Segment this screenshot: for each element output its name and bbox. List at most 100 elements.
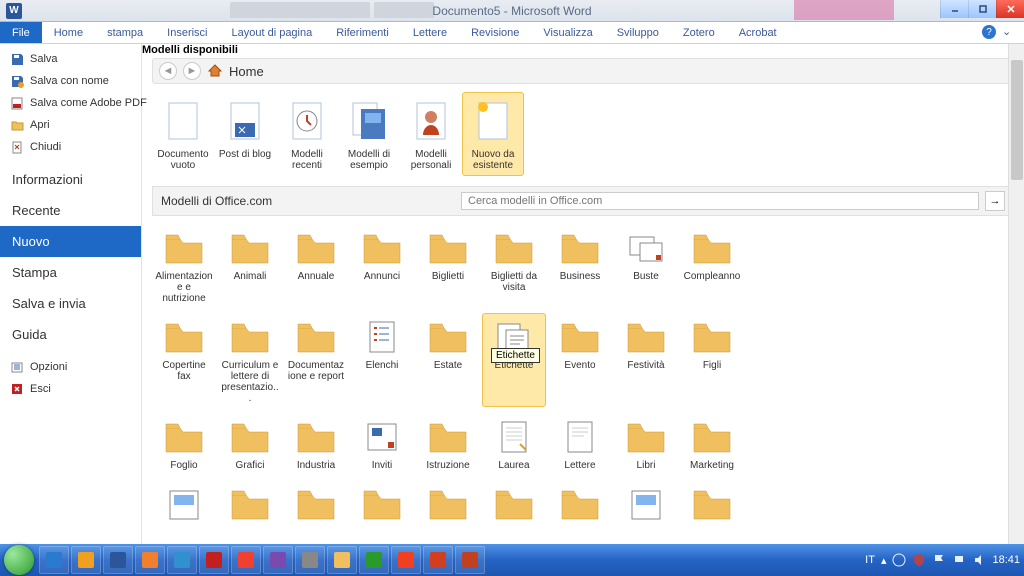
folder-more[interactable] bbox=[284, 480, 348, 530]
folder-grafici[interactable]: Grafici bbox=[218, 413, 282, 474]
folder-etichette[interactable]: EtichetteEtichette bbox=[482, 313, 546, 407]
sidebar-salva-con-nome[interactable]: Salva con nome bbox=[0, 70, 141, 92]
ribbon-tab-lettere[interactable]: Lettere bbox=[401, 22, 459, 43]
folder-libri[interactable]: Libri bbox=[614, 413, 678, 474]
taskbar-app-1[interactable] bbox=[71, 546, 101, 574]
folder-animali[interactable]: Animali bbox=[218, 224, 282, 307]
sidebar-stampa[interactable]: Stampa bbox=[0, 257, 141, 288]
ribbon-tab-revisione[interactable]: Revisione bbox=[459, 22, 531, 43]
sidebar-guida[interactable]: Guida bbox=[0, 319, 141, 350]
close-button[interactable] bbox=[996, 0, 1024, 18]
ribbon-tab-layout-di-pagina[interactable]: Layout di pagina bbox=[220, 22, 325, 43]
tray-expand-icon[interactable]: ▴ bbox=[881, 554, 887, 567]
taskbar-app-0[interactable] bbox=[39, 546, 69, 574]
folder-more[interactable] bbox=[416, 480, 480, 530]
maximize-button[interactable] bbox=[968, 0, 996, 18]
folder-figli[interactable]: Figli bbox=[680, 313, 744, 407]
scrollbar[interactable] bbox=[1008, 44, 1024, 554]
folder-elenchi[interactable]: Elenchi bbox=[350, 313, 414, 407]
folder-lettere[interactable]: Lettere bbox=[548, 413, 612, 474]
tray-shield-icon[interactable] bbox=[912, 553, 926, 567]
sidebar-informazioni[interactable]: Informazioni bbox=[0, 164, 141, 195]
taskbar-app-11[interactable] bbox=[391, 546, 421, 574]
folder-curriculum-e-lettere[interactable]: Curriculum e lettere di presentazio... bbox=[218, 313, 282, 407]
folder-industria[interactable]: Industria bbox=[284, 413, 348, 474]
sidebar-apri[interactable]: Apri bbox=[0, 114, 141, 136]
taskbar-app-13[interactable] bbox=[455, 546, 485, 574]
sidebar-esci[interactable]: Esci bbox=[0, 378, 141, 400]
folder-annunci[interactable]: Annunci bbox=[350, 224, 414, 307]
sidebar-nuovo[interactable]: Nuovo bbox=[0, 226, 141, 257]
help-button[interactable]: ? bbox=[982, 25, 996, 39]
sidebar-recente[interactable]: Recente bbox=[0, 195, 141, 226]
taskbar-app-8[interactable] bbox=[295, 546, 325, 574]
sidebar-opzioni[interactable]: Opzioni bbox=[0, 356, 141, 378]
ribbon-tab-home[interactable]: Home bbox=[42, 22, 95, 43]
tray-volume-icon[interactable] bbox=[972, 553, 986, 567]
folder-alimentazione-e-nutr[interactable]: Alimentazione e nutrizione bbox=[152, 224, 216, 307]
template-recent[interactable]: Modelli recenti bbox=[276, 92, 338, 176]
folder-copertine-fax[interactable]: Copertine fax bbox=[152, 313, 216, 407]
tray-language[interactable]: IT bbox=[865, 554, 875, 566]
folder-inviti[interactable]: Inviti bbox=[350, 413, 414, 474]
taskbar-app-2[interactable] bbox=[103, 546, 133, 574]
ribbon-tab-zotero[interactable]: Zotero bbox=[671, 22, 727, 43]
template-sample[interactable]: Modelli di esempio bbox=[338, 92, 400, 176]
ribbon-tab-file[interactable]: File bbox=[0, 22, 42, 43]
taskbar-app-9[interactable] bbox=[327, 546, 357, 574]
folder-more[interactable] bbox=[152, 480, 216, 530]
ribbon-tab-sviluppo[interactable]: Sviluppo bbox=[605, 22, 671, 43]
folder-more[interactable] bbox=[218, 480, 282, 530]
ribbon-tab-visualizza[interactable]: Visualizza bbox=[531, 22, 604, 43]
folder-biglietti[interactable]: Biglietti bbox=[416, 224, 480, 307]
sidebar-salva[interactable]: Salva bbox=[0, 48, 141, 70]
taskbar-app-7[interactable] bbox=[263, 546, 293, 574]
folder-istruzione[interactable]: Istruzione bbox=[416, 413, 480, 474]
scrollbar-thumb[interactable] bbox=[1011, 60, 1023, 180]
taskbar-app-12[interactable] bbox=[423, 546, 453, 574]
folder-foglio[interactable]: Foglio bbox=[152, 413, 216, 474]
folder-laurea[interactable]: Laurea bbox=[482, 413, 546, 474]
ribbon-tab-stampa[interactable]: stampa bbox=[95, 22, 155, 43]
folder-marketing[interactable]: Marketing bbox=[680, 413, 744, 474]
folder-business[interactable]: Business bbox=[548, 224, 612, 307]
template-blog-post[interactable]: Post di blog bbox=[214, 92, 276, 176]
taskbar-app-4[interactable] bbox=[167, 546, 197, 574]
folder-more[interactable] bbox=[548, 480, 612, 530]
taskbar-app-5[interactable] bbox=[199, 546, 229, 574]
taskbar-app-10[interactable] bbox=[359, 546, 389, 574]
taskbar-app-6[interactable] bbox=[231, 546, 261, 574]
sidebar-chiudi[interactable]: Chiudi bbox=[0, 136, 141, 158]
ribbon-tab-riferimenti[interactable]: Riferimenti bbox=[324, 22, 401, 43]
tray-flag-icon[interactable] bbox=[932, 553, 946, 567]
start-button[interactable] bbox=[0, 544, 38, 576]
sidebar-salva-come-adobe-pdf[interactable]: Salva come Adobe PDF bbox=[0, 92, 141, 114]
folder-more[interactable] bbox=[614, 480, 678, 530]
folder-estate[interactable]: Estate bbox=[416, 313, 480, 407]
sidebar-salva-e-invia[interactable]: Salva e invia bbox=[0, 288, 141, 319]
nav-back-button[interactable]: ◄ bbox=[159, 62, 177, 80]
folder-more[interactable] bbox=[350, 480, 414, 530]
home-icon[interactable] bbox=[207, 63, 223, 79]
ribbon-tab-acrobat[interactable]: Acrobat bbox=[727, 22, 789, 43]
folder-annuale[interactable]: Annuale bbox=[284, 224, 348, 307]
template-doc-blank[interactable]: Documento vuoto bbox=[152, 92, 214, 176]
folder-more[interactable] bbox=[680, 480, 744, 530]
folder-biglietti-da-visita[interactable]: Biglietti da visita bbox=[482, 224, 546, 307]
folder-compleanno[interactable]: Compleanno bbox=[680, 224, 744, 307]
folder-buste[interactable]: Buste bbox=[614, 224, 678, 307]
taskbar-app-3[interactable] bbox=[135, 546, 165, 574]
template-from-existing[interactable]: Nuovo da esistente bbox=[462, 92, 524, 176]
ribbon-expand-button[interactable]: ⌄ bbox=[1002, 25, 1016, 39]
tray-clock[interactable]: 18:41 bbox=[992, 554, 1020, 566]
nav-forward-button[interactable]: ► bbox=[183, 62, 201, 80]
tray-chrome-icon[interactable] bbox=[892, 553, 906, 567]
folder-more[interactable] bbox=[482, 480, 546, 530]
folder-festivit-[interactable]: Festività bbox=[614, 313, 678, 407]
folder-evento[interactable]: Evento bbox=[548, 313, 612, 407]
breadcrumb-home[interactable]: Home bbox=[229, 64, 264, 79]
ribbon-tab-inserisci[interactable]: Inserisci bbox=[155, 22, 219, 43]
search-input[interactable] bbox=[461, 192, 979, 210]
tray-network-icon[interactable] bbox=[952, 553, 966, 567]
minimize-button[interactable] bbox=[940, 0, 968, 18]
